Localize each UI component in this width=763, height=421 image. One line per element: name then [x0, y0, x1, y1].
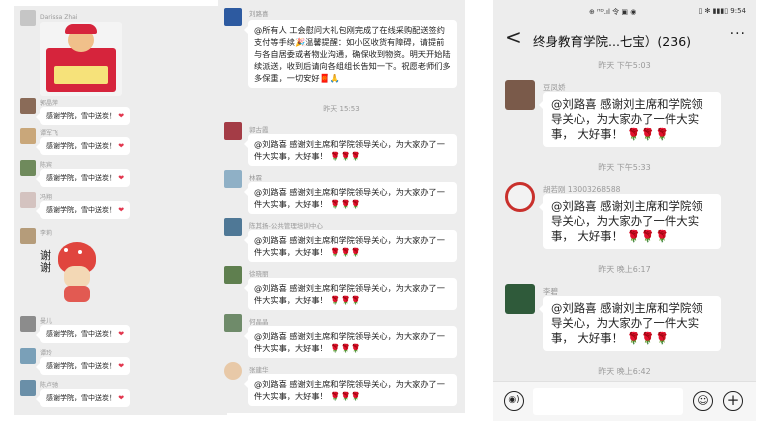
- message-bubble[interactable]: 感谢学院，雪中送炭！ ❤: [35, 201, 131, 219]
- message-bubble[interactable]: @刘路喜 感谢刘主席和学院领导关心，为大家办了一件大实事，大好事！ 🌹🌹🌹: [244, 326, 457, 358]
- avatar[interactable]: [224, 314, 242, 332]
- sender-name: 张建华: [249, 366, 269, 374]
- sticker-text: 谢谢: [40, 249, 51, 274]
- avatar[interactable]: [224, 8, 242, 26]
- chat-panel-1: Darissa Zhai 郭晶萍 感谢学院，雪中送炭！ ❤ 谭军飞 感谢学院，雪…: [14, 6, 227, 415]
- message-text: 感谢学院，雪中送炭！: [46, 206, 116, 214]
- message-bubble[interactable]: @刘路喜 感谢刘主席和学院领导关心，为大家办了一件大实事， 大好事！ 🌹🌹🌹: [539, 296, 721, 351]
- message-bubble[interactable]: @刘路喜 感谢刘主席和学院领导关心，为大家办了一件大实事， 大好事！ 🌹🌹🌹: [539, 194, 721, 249]
- avatar[interactable]: [224, 122, 242, 140]
- message-text: 感谢学院，雪中送炭！: [46, 362, 116, 370]
- message-input[interactable]: [533, 388, 683, 415]
- avatar[interactable]: [20, 228, 36, 244]
- avatar[interactable]: [505, 80, 535, 110]
- status-bar: ⊕ ᴴᴰ.ıl 令 ▣ ◉ ▯ ✻ ▮▮▮▯ 9:54: [493, 0, 756, 22]
- avatar[interactable]: [224, 266, 242, 284]
- sender-name: 李莉: [40, 230, 53, 237]
- chat-panel-3: ⊕ ᴴᴰ.ıl 令 ▣ ◉ ▯ ✻ ▮▮▮▯ 9:54 < 终身教育学院...七…: [493, 0, 756, 421]
- timestamp: 昨天 下午5:33: [598, 163, 651, 172]
- message-text: 感谢学院，雪中送炭！: [46, 112, 116, 120]
- avatar[interactable]: [20, 192, 36, 208]
- input-bar: ◉) ☺ +: [493, 381, 756, 421]
- heart-icon: ❤: [118, 206, 125, 214]
- message-bubble[interactable]: 感谢学院，雪中送炭！ ❤: [35, 169, 131, 187]
- sticker-image[interactable]: 谢谢: [40, 240, 112, 304]
- sender-name: 刘路喜: [249, 10, 269, 18]
- sender-name: 冯翔: [40, 194, 53, 201]
- chat-title: 终身教育学院...七宝）(236): [533, 34, 692, 49]
- message-bubble[interactable]: @刘路喜 感谢刘主席和学院领导关心，为大家办了一件大实事，大好事！ 🌹🌹🌹: [244, 278, 457, 310]
- sender-name: 陈宾: [40, 162, 53, 169]
- heart-icon: ❤: [118, 174, 125, 182]
- chat-panel-2: 刘路喜 @所有人 工会慰问大礼包刚完成了在线采购配送签约支付等手续🎉温馨提醒：如…: [218, 0, 465, 413]
- heart-icon: ❤: [118, 394, 125, 402]
- avatar[interactable]: [20, 380, 36, 396]
- message-bubble[interactable]: @所有人 工会慰问大礼包刚完成了在线采购配送签约支付等手续🎉温馨提醒：如小区收货…: [244, 20, 457, 88]
- message-text: 感谢学院，雪中送炭！: [46, 330, 116, 338]
- avatar[interactable]: [224, 218, 242, 236]
- heart-icon: ❤: [118, 112, 125, 120]
- sender-name: Darissa Zhai: [40, 14, 78, 21]
- message-bubble[interactable]: 感谢学院，雪中送炭！ ❤: [35, 357, 131, 375]
- avatar[interactable]: [20, 316, 36, 332]
- message-bubble[interactable]: @刘路喜 感谢刘主席和学院领导关心，为大家办了一件大实事， 大好事！ 🌹🌹🌹: [539, 92, 721, 147]
- message-bubble[interactable]: @刘路喜 感谢刘主席和学院领导关心，为大家办了一件大实事，大好事！ 🌹🌹🌹: [244, 230, 457, 262]
- sender-name: 谭玲: [40, 350, 53, 357]
- heart-icon: ❤: [118, 142, 125, 150]
- avatar[interactable]: [20, 10, 36, 26]
- message-text: 感谢学院，雪中送炭！: [46, 394, 116, 402]
- avatar[interactable]: [20, 98, 36, 114]
- sender-name: 曼儿: [40, 318, 53, 325]
- avatar[interactable]: [505, 284, 535, 314]
- avatar[interactable]: [224, 170, 242, 188]
- battery-time: ▯ ✻ ▮▮▮▯ 9:54: [698, 7, 746, 15]
- more-icon[interactable]: ···: [730, 26, 746, 42]
- sender-name: 郭晶萍: [40, 100, 59, 107]
- sender-name: 何晶晶: [249, 318, 269, 326]
- heart-icon: ❤: [118, 362, 125, 370]
- message-text: 感谢学院，雪中送炭！: [46, 174, 116, 182]
- message-bubble[interactable]: @刘路喜 感谢刘主席和学院领导关心，为大家办了一件大实事，大好事！ 🌹🌹🌹: [244, 374, 457, 406]
- sender-name: 林霖: [249, 174, 262, 182]
- heart-icon: ❤: [118, 330, 125, 338]
- avatar[interactable]: [20, 128, 36, 144]
- sender-name: 谭军飞: [40, 130, 59, 137]
- timestamp: 昨天 晚上6:42: [598, 367, 651, 376]
- timestamp: 昨天 晚上6:17: [598, 265, 651, 274]
- back-arrow-icon[interactable]: <: [505, 25, 522, 49]
- emoji-icon[interactable]: ☺: [693, 391, 713, 411]
- sender-name: 郭古霞: [249, 126, 269, 134]
- plus-icon[interactable]: +: [723, 391, 743, 411]
- avatar[interactable]: [224, 362, 242, 380]
- avatar[interactable]: [505, 182, 535, 212]
- message-bubble[interactable]: @刘路喜 感谢刘主席和学院领导关心，为大家办了一件大实事，大好事！ 🌹🌹🌹: [244, 182, 457, 214]
- message-text: 感谢学院，雪中送炭！: [46, 142, 116, 150]
- chat-header: < 终身教育学院...七宝）(236) ···: [493, 22, 756, 56]
- message-bubble[interactable]: 感谢学院，雪中送炭！ ❤: [35, 137, 131, 155]
- voice-icon[interactable]: ◉): [504, 391, 524, 411]
- message-bubble[interactable]: 感谢学院，雪中送炭！ ❤: [35, 107, 131, 125]
- sender-name: 徐晓丽: [249, 270, 269, 278]
- signal-icons: ⊕ ᴴᴰ.ıl 令 ▣ ◉: [589, 8, 637, 16]
- avatar[interactable]: [20, 348, 36, 364]
- poster-image[interactable]: [40, 22, 122, 96]
- timestamp: 昨天 下午5:03: [598, 61, 651, 70]
- message-bubble[interactable]: 感谢学院，雪中送炭！ ❤: [35, 389, 131, 407]
- avatar[interactable]: [20, 160, 36, 176]
- sender-name: 陈卢驰: [40, 382, 59, 389]
- sender-name: 陈其扬-公共管理培训中心: [249, 222, 323, 230]
- timestamp: 昨天 15:53: [323, 105, 360, 113]
- message-bubble[interactable]: @刘路喜 感谢刘主席和学院领导关心，为大家办了一件大实事，大好事！ 🌹🌹🌹: [244, 134, 457, 166]
- message-bubble[interactable]: 感谢学院，雪中送炭！ ❤: [35, 325, 131, 343]
